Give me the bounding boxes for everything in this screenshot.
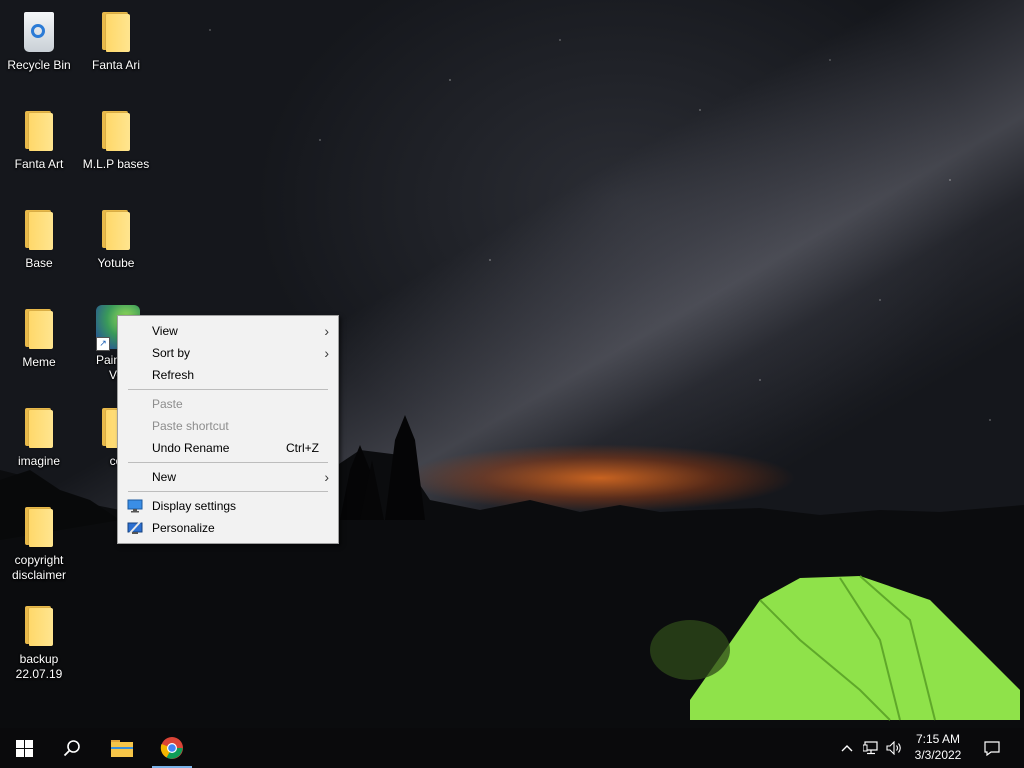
search-button[interactable] <box>48 728 96 768</box>
desktop-icon-label: 22.07.19 <box>15 667 63 681</box>
display-settings-icon <box>127 499 143 513</box>
desktop-context-menu: View › Sort by › Refresh Paste Paste sho… <box>117 315 339 544</box>
clock-date: 3/3/2022 <box>914 748 962 762</box>
start-button[interactable] <box>0 728 48 768</box>
folder-icon <box>19 406 59 450</box>
menu-item-new[interactable]: New › <box>118 466 338 488</box>
folder-icon <box>19 307 59 351</box>
menu-item-shortcut: Ctrl+Z <box>286 441 319 455</box>
file-explorer-icon <box>111 740 133 757</box>
menu-item-personalize[interactable]: Personalize <box>118 517 338 539</box>
desktop-icon-copyright-disclaimer[interactable]: copyright disclaimer <box>1 505 77 583</box>
desktop-icon-label: Yotube <box>97 256 135 270</box>
desktop-icon-label: Meme <box>22 355 56 369</box>
action-center-button[interactable] <box>980 728 1004 768</box>
menu-item-label: Paste <box>152 397 183 411</box>
chevron-up-icon <box>841 745 853 752</box>
menu-item-paste-shortcut: Paste shortcut <box>118 415 338 437</box>
menu-separator <box>128 389 328 390</box>
menu-item-label: Refresh <box>152 368 195 382</box>
menu-item-undo-rename[interactable]: Undo Rename Ctrl+Z <box>118 437 338 459</box>
desktop-icon-label: Base <box>25 256 53 270</box>
desktop-icon-label: copyright <box>14 553 64 567</box>
chevron-right-icon: › <box>324 345 329 361</box>
folder-icon <box>96 10 136 54</box>
menu-item-label: Personalize <box>152 521 215 535</box>
folder-icon <box>19 604 59 648</box>
menu-separator <box>128 491 328 492</box>
desktop-icon-imagine[interactable]: imagine <box>1 406 77 469</box>
desktop-icon-label: Recycle Bin <box>7 58 71 72</box>
desktop-icon-base[interactable]: Base <box>1 208 77 271</box>
shortcut-arrow-icon: ↗ <box>96 337 110 351</box>
desktop-icon-mlp-bases[interactable]: M.L.P bases <box>78 109 154 172</box>
desktop-icon-label: M.L.P bases <box>82 157 150 171</box>
folder-icon <box>96 208 136 252</box>
chrome-icon <box>160 737 183 759</box>
volume-button[interactable] <box>884 728 906 768</box>
clock-time: 7:15 AM <box>915 732 961 746</box>
desktop-icon-backup[interactable]: backup 22.07.19 <box>1 604 77 682</box>
desktop-icon-recycle-bin[interactable]: Recycle Bin <box>1 10 77 73</box>
menu-item-label: Paste shortcut <box>152 419 229 433</box>
volume-icon <box>886 741 901 755</box>
menu-item-refresh[interactable]: Refresh <box>118 364 338 386</box>
menu-item-paste: Paste <box>118 393 338 415</box>
desktop-icon-meme[interactable]: Meme <box>1 307 77 370</box>
desktop-icon-label: Fanta Ari <box>91 58 141 72</box>
desktop-icon-label: imagine <box>17 454 61 468</box>
network-icon <box>863 741 878 755</box>
show-hidden-icons-button[interactable] <box>836 728 858 768</box>
folder-icon <box>19 505 59 549</box>
taskbar: 7:15 AM 3/3/2022 <box>0 728 1024 768</box>
menu-item-display-settings[interactable]: Display settings <box>118 495 338 517</box>
menu-separator <box>128 462 328 463</box>
chevron-right-icon: › <box>324 469 329 485</box>
desktop-icon-label: Fanta Art <box>14 157 64 171</box>
taskbar-chrome[interactable] <box>148 728 196 768</box>
action-center-icon <box>984 740 1000 756</box>
desktop-icon-fanta-art[interactable]: Fanta Art <box>1 109 77 172</box>
folder-icon <box>19 208 59 252</box>
chevron-right-icon: › <box>324 323 329 339</box>
menu-item-view[interactable]: View › <box>118 320 338 342</box>
personalize-icon <box>127 521 143 534</box>
menu-item-label: View <box>152 324 178 338</box>
folder-icon <box>96 109 136 153</box>
menu-item-sort-by[interactable]: Sort by › <box>118 342 338 364</box>
taskbar-file-explorer[interactable] <box>98 728 146 768</box>
desktop-icon-yotube[interactable]: Yotube <box>78 208 154 271</box>
network-button[interactable] <box>860 728 882 768</box>
desktop-icon-label: backup <box>19 652 59 666</box>
menu-item-label: New <box>152 470 177 484</box>
menu-item-label: Display settings <box>152 499 237 513</box>
menu-item-label: Undo Rename <box>152 441 230 455</box>
desktop-icon-label: disclaimer <box>11 568 66 582</box>
search-icon <box>63 740 80 757</box>
folder-icon <box>19 109 59 153</box>
menu-item-label: Sort by <box>152 346 191 360</box>
taskbar-clock[interactable]: 7:15 AM 3/3/2022 <box>906 731 970 763</box>
windows-start-icon <box>15 739 33 757</box>
desktop-icon-fanta-ari[interactable]: Fanta Ari <box>78 10 154 73</box>
recycle-bin-icon <box>19 10 59 54</box>
